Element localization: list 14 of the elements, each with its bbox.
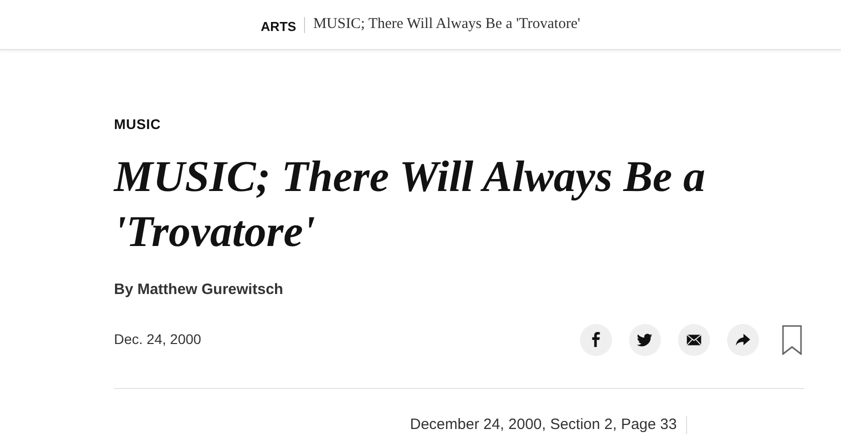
headline: MUSIC; There Will Always Be a 'Trovatore' <box>114 151 706 258</box>
kicker[interactable]: MUSIC <box>114 114 804 135</box>
facebook-button[interactable] <box>580 324 612 356</box>
share-button[interactable] <box>727 324 759 356</box>
bookmark-icon <box>782 324 802 354</box>
bookmark-button[interactable] <box>780 324 804 356</box>
byline: By Matthew Gurewitsch <box>114 280 284 300</box>
facebook-icon <box>592 332 600 347</box>
header-title: MUSIC; There Will Always Be a 'Trovatore' <box>313 15 580 34</box>
section-link[interactable]: ARTS <box>260 16 296 36</box>
twitter-button[interactable] <box>629 324 661 356</box>
publish-date: Dec. 24, 2000 <box>114 330 202 349</box>
email-button[interactable] <box>678 324 710 356</box>
print-info: December 24, 2000, Section 2, Page 33 <box>410 414 677 434</box>
